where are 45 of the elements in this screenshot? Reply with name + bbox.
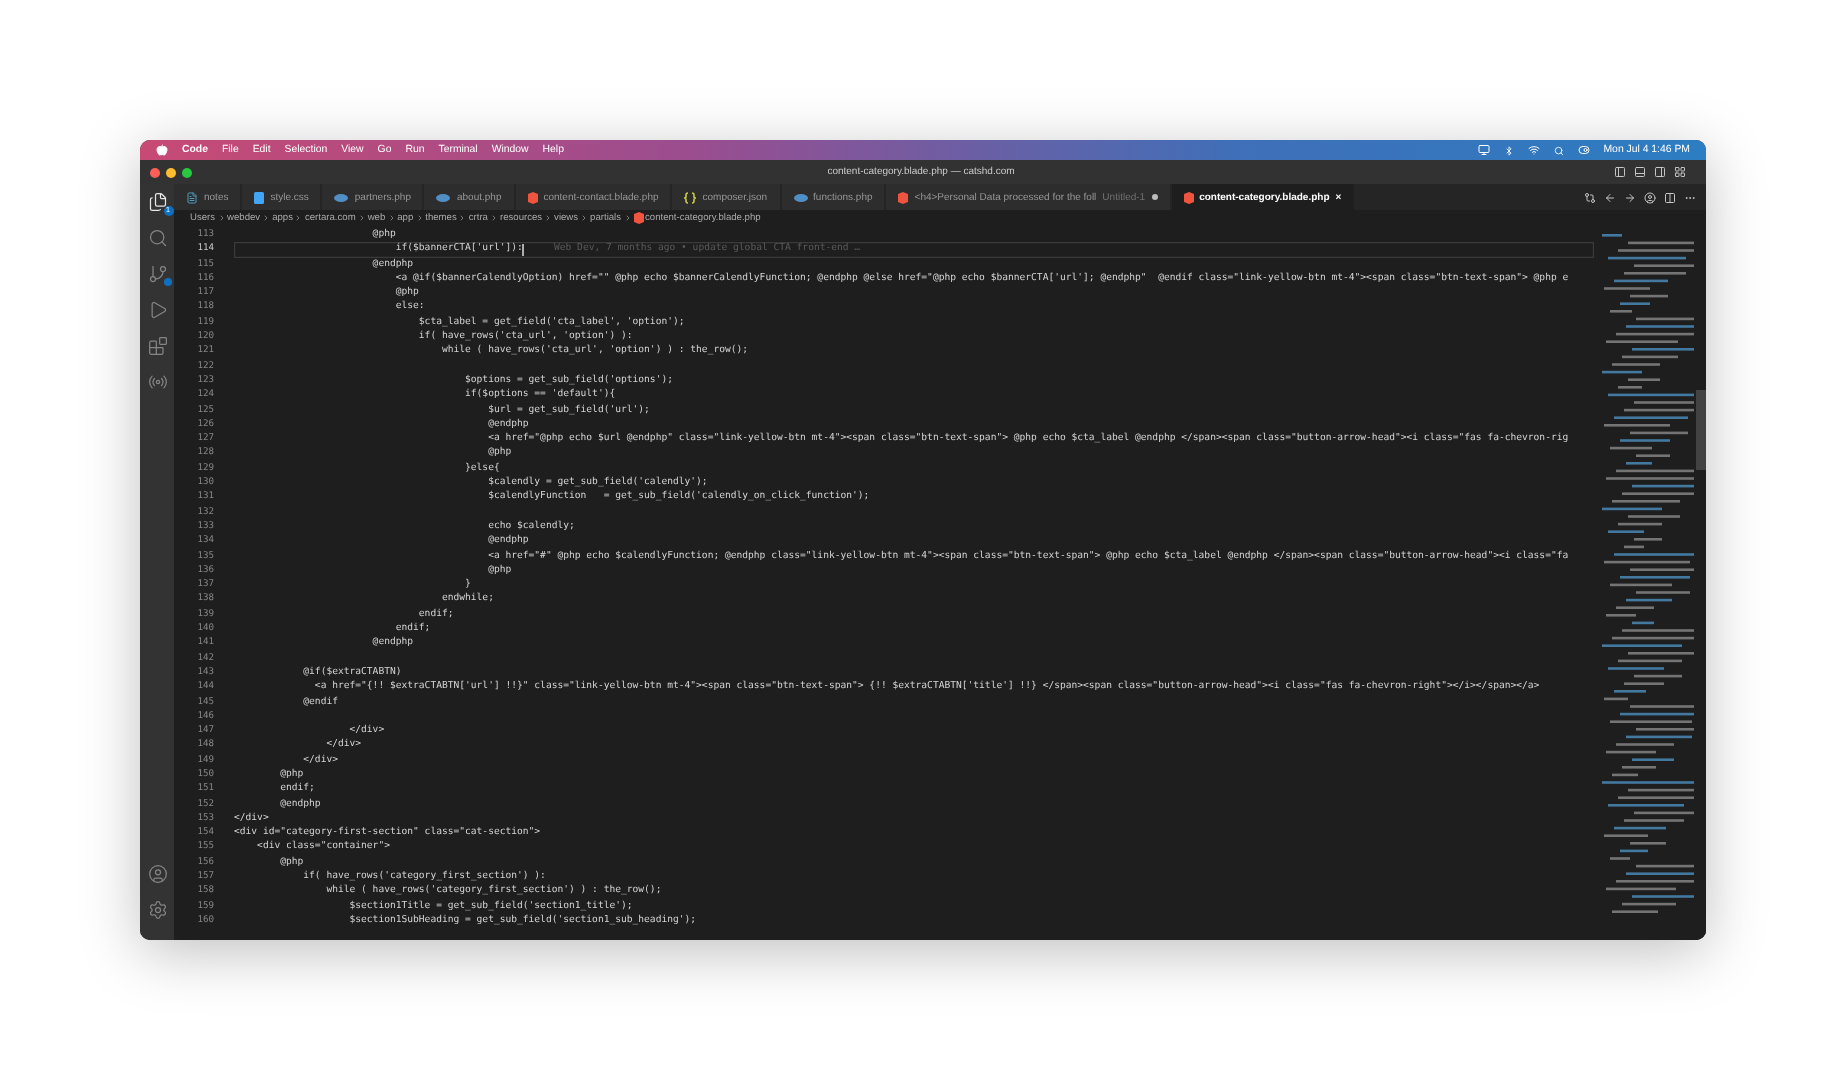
person-icon[interactable] — [1644, 191, 1656, 203]
branch-icon — [147, 264, 167, 284]
panel-toggle-icon[interactable] — [1634, 166, 1646, 178]
activity-button[interactable] — [145, 862, 169, 886]
files-icon — [147, 192, 167, 212]
css-file-icon — [254, 191, 265, 203]
php-file-icon — [334, 193, 349, 201]
search-icon — [147, 228, 167, 248]
blade-file-icon — [1183, 191, 1194, 203]
blade-file-icon — [633, 212, 644, 224]
wifi-icon[interactable] — [1527, 144, 1540, 156]
compare-icon[interactable] — [1584, 191, 1596, 203]
split-editor-icon[interactable] — [1664, 191, 1676, 203]
scrollbar-thumb[interactable] — [1696, 390, 1706, 470]
search-icon[interactable] — [1553, 145, 1564, 155]
activity-button[interactable] — [145, 334, 169, 358]
layout-icon[interactable] — [1674, 166, 1686, 178]
zoom-button[interactable] — [182, 167, 192, 177]
text-cursor — [522, 243, 524, 256]
close-button[interactable] — [150, 167, 160, 177]
activity-button[interactable] — [145, 898, 169, 922]
toggle-icon[interactable] — [1577, 144, 1590, 156]
secondary-sidebar-icon[interactable] — [1654, 166, 1666, 178]
json-file-icon — [684, 191, 697, 203]
activity-button[interactable] — [145, 262, 169, 286]
settings-icon — [147, 900, 167, 920]
blade-file-icon — [527, 191, 538, 203]
account-icon — [147, 864, 167, 884]
play-icon — [147, 300, 167, 320]
activity-button[interactable] — [145, 370, 169, 394]
minimize-button[interactable] — [166, 167, 176, 177]
notification-dot — [163, 278, 171, 286]
php-file-icon — [793, 193, 808, 201]
monitor-icon[interactable] — [1477, 144, 1490, 156]
forward-icon[interactable] — [1624, 191, 1636, 203]
blade-file-icon — [898, 191, 909, 203]
text-file-icon — [186, 191, 198, 203]
sidebar-toggle-icon[interactable] — [1614, 166, 1626, 178]
php-file-icon — [436, 193, 451, 201]
activity-button[interactable] — [145, 226, 169, 250]
back-icon[interactable] — [1604, 191, 1616, 203]
blocks-icon — [147, 336, 167, 356]
broadcast-icon — [147, 372, 167, 392]
apple-icon[interactable] — [156, 144, 168, 156]
bluetooth-icon[interactable] — [1503, 145, 1514, 155]
